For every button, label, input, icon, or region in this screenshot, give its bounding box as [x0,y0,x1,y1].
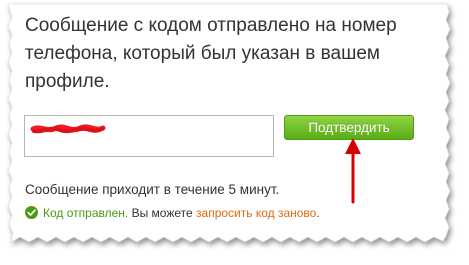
redacted-code-scribble [30,124,106,134]
message-title: Сообщение с кодом отправлено на номер те… [25,15,397,92]
delivery-time-text: Сообщение приходит в течение 5 минут. [25,182,280,197]
resend-code-link[interactable]: запросить код заново [196,206,316,220]
screenshot-stage: Сообщение с кодом отправлено на номер те… [0,0,469,265]
resend-prompt-text: Вы можете [131,206,193,220]
status-end-text: . [316,206,320,220]
red-arrow-icon [345,138,361,204]
code-sent-text: Код отправлен. [43,206,129,220]
check-circle-icon [25,206,38,219]
status-line: Код отправлен. Вы можете запросить код з… [25,206,320,220]
